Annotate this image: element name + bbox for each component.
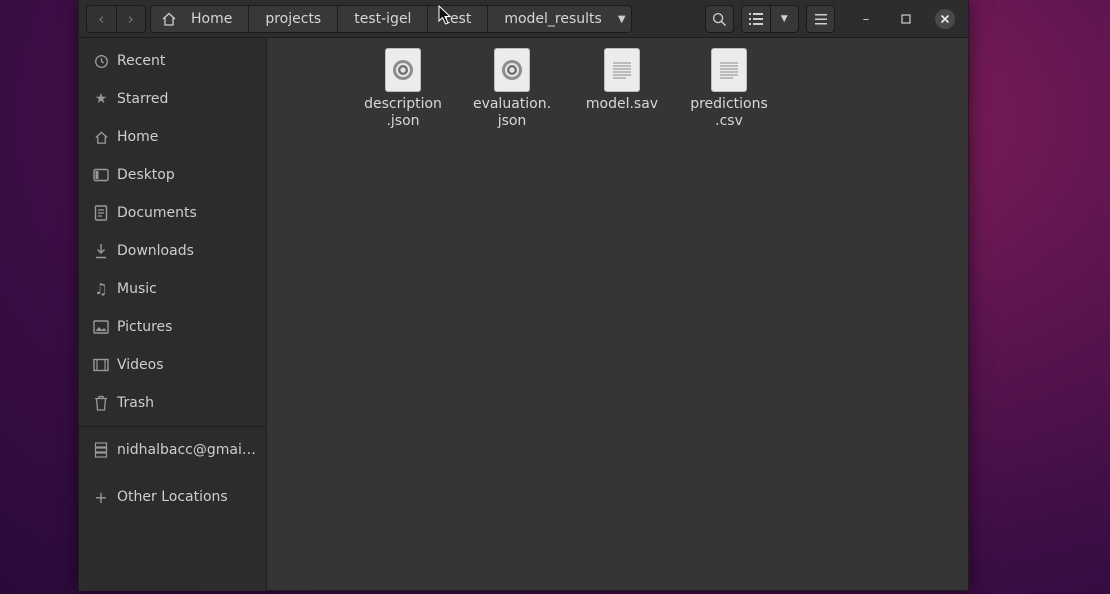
file-item[interactable]: description .json — [353, 48, 453, 130]
pictures-icon — [92, 318, 110, 336]
view-dropdown-button[interactable]: ▼ — [771, 6, 799, 32]
breadcrumb-test-igel[interactable]: test-igel — [338, 6, 429, 32]
file-name-line: description — [364, 96, 442, 112]
sidebar-item-network-drive[interactable]: nidhalbacc@gmai… — [79, 433, 267, 467]
breadcrumb: Home projects test-igel test model_resul… — [150, 5, 632, 33]
trash-icon — [92, 394, 110, 412]
music-icon: ♫ — [94, 280, 108, 298]
minimize-icon: – — [862, 11, 870, 27]
sidebar-item-label: Pictures — [117, 319, 173, 335]
sidebar-item-label: Downloads — [117, 243, 194, 259]
breadcrumb-home[interactable]: Home — [151, 6, 250, 32]
sidebar-item-label: Recent — [117, 53, 166, 69]
file-name-line: json — [497, 113, 527, 129]
close-button[interactable] — [935, 9, 955, 29]
chevron-right-icon: › — [127, 10, 134, 28]
list-view-button[interactable] — [742, 6, 771, 32]
sidebar-item-label: Trash — [117, 395, 154, 411]
menu-button[interactable] — [806, 5, 835, 33]
search-icon — [712, 12, 727, 26]
breadcrumb-label: Home — [191, 11, 233, 27]
header-bar: ‹ › Home projects test-igel test model_r… — [79, 0, 968, 38]
json-file-icon — [494, 48, 530, 92]
sidebar-item-label: Music — [117, 281, 157, 297]
hamburger-menu-icon — [814, 13, 827, 24]
home-icon — [162, 12, 176, 26]
file-view[interactable]: description .json evaluation. json model… — [268, 38, 968, 590]
sidebar-divider — [79, 426, 266, 427]
file-name: model.sav — [586, 96, 658, 113]
text-file-icon — [604, 48, 640, 92]
minimize-button[interactable]: – — [856, 9, 876, 29]
sidebar-item-pictures[interactable]: Pictures — [79, 310, 267, 344]
file-name-line: model.sav — [585, 96, 659, 112]
dropdown-arrow-icon[interactable]: ▼ — [618, 14, 626, 25]
sidebar-item-label: Documents — [117, 205, 197, 221]
file-name-line: .csv — [715, 113, 743, 129]
plus-icon: + — [94, 487, 108, 507]
download-icon — [92, 242, 110, 260]
file-item[interactable]: evaluation. json — [462, 48, 562, 130]
file-name-line: evaluation. — [472, 96, 552, 112]
file-name-line: predictions — [690, 96, 768, 112]
sidebar-item-label: Videos — [117, 357, 164, 373]
star-icon: ★ — [94, 91, 108, 107]
sidebar-item-label: nidhalbacc@gmai… — [117, 442, 256, 458]
mouse-pointer-icon — [438, 5, 452, 25]
desktop-icon — [92, 166, 110, 184]
sidebar-item-desktop[interactable]: Desktop — [79, 158, 267, 192]
maximize-icon — [901, 14, 911, 24]
network-drive-icon — [92, 441, 110, 459]
view-options-group: ▼ — [741, 5, 799, 33]
list-view-icon — [748, 13, 763, 25]
file-item[interactable]: model.sav — [572, 48, 672, 113]
breadcrumb-projects[interactable]: projects — [249, 6, 339, 32]
close-icon — [940, 14, 950, 24]
video-icon — [92, 356, 110, 374]
file-manager-window: ‹ › Home projects test-igel test model_r… — [78, 0, 969, 591]
breadcrumb-label: test-igel — [354, 11, 412, 27]
clock-icon — [92, 52, 110, 70]
home-icon — [92, 128, 110, 146]
chevron-left-icon: ‹ — [98, 10, 105, 28]
maximize-button[interactable] — [896, 9, 916, 29]
breadcrumb-model-results[interactable]: model_results ▼ — [488, 6, 635, 32]
json-file-icon — [385, 48, 421, 92]
file-name: evaluation. json — [473, 96, 551, 130]
back-button[interactable]: ‹ — [87, 6, 117, 32]
file-name-line: .json — [386, 113, 420, 129]
navigation-buttons: ‹ › — [86, 5, 146, 33]
file-name: predictions .csv — [690, 96, 768, 130]
search-button[interactable] — [705, 5, 734, 33]
sidebar-item-label: Other Locations — [117, 489, 228, 505]
breadcrumb-label: model_results — [504, 11, 602, 27]
sidebar-item-music[interactable]: ♫ Music — [79, 272, 267, 306]
sidebar-item-label: Home — [117, 129, 159, 145]
sidebar-item-starred[interactable]: ★ Starred — [79, 82, 267, 116]
sidebar-item-documents[interactable]: Documents — [79, 196, 267, 230]
document-icon — [92, 204, 110, 222]
sidebar-item-other-locations[interactable]: + Other Locations — [79, 480, 267, 514]
sidebar-item-label: Desktop — [117, 167, 175, 183]
file-name: description .json — [364, 96, 442, 130]
sidebar-item-videos[interactable]: Videos — [79, 348, 267, 382]
sidebar: Recent ★ Starred Home Desktop Documents … — [79, 38, 267, 591]
file-item[interactable]: predictions .csv — [679, 48, 779, 130]
sidebar-item-trash[interactable]: Trash — [79, 386, 267, 420]
sidebar-item-label: Starred — [117, 91, 169, 107]
text-file-icon — [711, 48, 747, 92]
breadcrumb-label: projects — [265, 11, 322, 27]
sidebar-item-home[interactable]: Home — [79, 120, 267, 154]
forward-button[interactable]: › — [117, 6, 146, 32]
sidebar-item-recent[interactable]: Recent — [79, 44, 267, 78]
sidebar-item-downloads[interactable]: Downloads — [79, 234, 267, 268]
chevron-down-icon: ▼ — [780, 14, 788, 24]
